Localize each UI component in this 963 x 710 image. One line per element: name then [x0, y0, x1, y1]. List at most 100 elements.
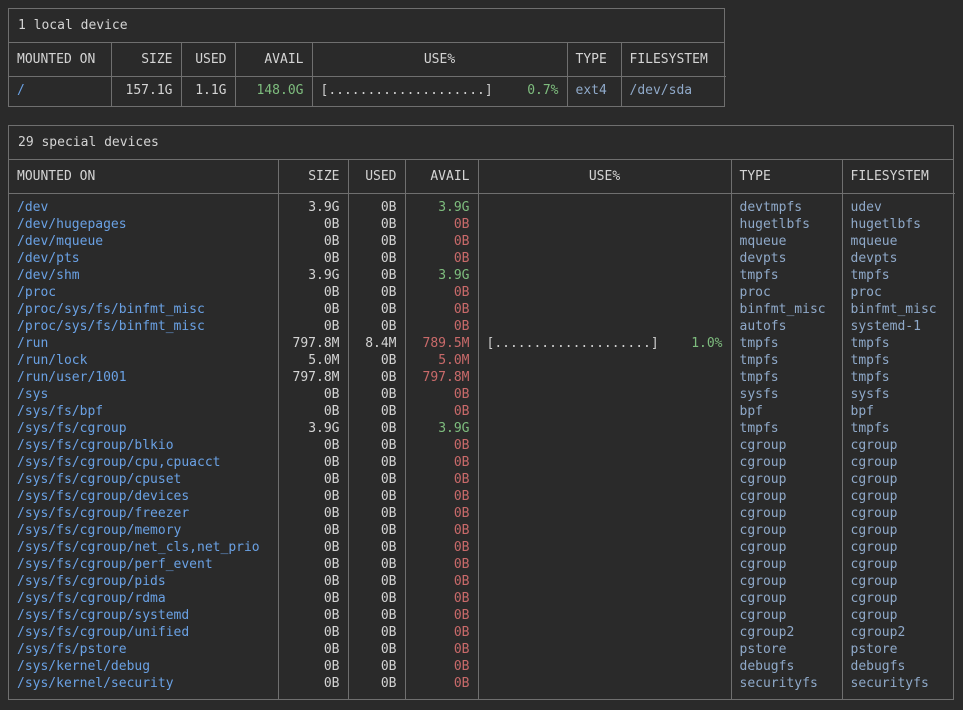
size-cell: 0B	[278, 573, 348, 590]
filesystem-cell: debugfs	[842, 658, 955, 675]
size-cell: 5.0M	[278, 352, 348, 369]
col-header-type: TYPE	[567, 43, 621, 77]
filesystem-cell: sysfs	[842, 386, 955, 403]
terminal-screen: 1 local device MOUNTED ONSIZEUSEDAVAILUS…	[8, 8, 955, 700]
usage-cell: [....................]0.7%	[312, 77, 567, 107]
device-table: MOUNTED ONSIZEUSEDAVAILUSE%TYPEFILESYSTE…	[9, 43, 726, 106]
size-cell: 0B	[278, 284, 348, 301]
avail-cell: 0B	[405, 250, 478, 267]
used-cell: 0B	[348, 233, 405, 250]
size-cell: 0B	[278, 539, 348, 556]
usage-cell	[478, 539, 731, 556]
avail-cell: 0B	[405, 488, 478, 505]
type-cell: tmpfs	[731, 420, 842, 437]
filesystem-cell: bpf	[842, 403, 955, 420]
header-row: MOUNTED ONSIZEUSEDAVAILUSE%TYPEFILESYSTE…	[9, 160, 955, 194]
special-devices-table: 29 special devices MOUNTED ONSIZEUSEDAVA…	[8, 125, 954, 700]
usage-cell	[478, 250, 731, 267]
size-cell: 0B	[278, 403, 348, 420]
used-cell: 0B	[348, 641, 405, 658]
type-cell: tmpfs	[731, 335, 842, 352]
usage-cell	[478, 641, 731, 658]
table-row: /sys/kernel/debug0B0B0Bdebugfsdebugfs	[9, 658, 955, 675]
mount-cell: /sys/fs/cgroup	[9, 420, 278, 437]
avail-cell: 0B	[405, 233, 478, 250]
usage-cell	[478, 420, 731, 437]
table-row: /proc/sys/fs/binfmt_misc0B0B0Bbinfmt_mis…	[9, 301, 955, 318]
mount-cell: /sys/fs/cgroup/cpu,cpuacct	[9, 454, 278, 471]
avail-cell: 0B	[405, 318, 478, 335]
type-cell: devtmpfs	[731, 194, 842, 217]
col-header-mounted-on: MOUNTED ON	[9, 160, 278, 194]
col-header-used: USED	[348, 160, 405, 194]
filesystem-cell: cgroup	[842, 505, 955, 522]
col-header-avail: AVAIL	[405, 160, 478, 194]
avail-cell: 0B	[405, 573, 478, 590]
filesystem-cell: tmpfs	[842, 369, 955, 386]
table-row: /sys/fs/cgroup/cpu,cpuacct0B0B0Bcgroupcg…	[9, 454, 955, 471]
avail-cell: 0B	[405, 675, 478, 699]
size-cell: 0B	[278, 216, 348, 233]
avail-cell: 0B	[405, 607, 478, 624]
usage-cell	[478, 675, 731, 699]
size-cell: 3.9G	[278, 267, 348, 284]
filesystem-cell: cgroup	[842, 471, 955, 488]
col-header-used: USED	[181, 43, 235, 77]
usage-cell	[478, 488, 731, 505]
filesystem-cell: tmpfs	[842, 420, 955, 437]
avail-cell: 0B	[405, 590, 478, 607]
mount-cell: /sys/fs/cgroup/devices	[9, 488, 278, 505]
filesystem-cell: cgroup	[842, 539, 955, 556]
mount-cell: /dev/hugepages	[9, 216, 278, 233]
filesystem-cell: udev	[842, 194, 955, 217]
filesystem-cell: cgroup	[842, 556, 955, 573]
size-cell: 0B	[278, 522, 348, 539]
size-cell: 0B	[278, 658, 348, 675]
filesystem-cell: cgroup	[842, 573, 955, 590]
size-cell: 0B	[278, 318, 348, 335]
type-cell: cgroup	[731, 590, 842, 607]
filesystem-cell: systemd-1	[842, 318, 955, 335]
filesystem-cell: devpts	[842, 250, 955, 267]
usage-cell	[478, 437, 731, 454]
used-cell: 0B	[348, 318, 405, 335]
table-row: /sys/fs/cgroup/unified0B0B0Bcgroup2cgrou…	[9, 624, 955, 641]
mount-cell: /sys/fs/pstore	[9, 641, 278, 658]
usage-cell	[478, 216, 731, 233]
col-header-filesystem: FILESYSTEM	[621, 43, 726, 77]
mount-cell: /sys/fs/cgroup/pids	[9, 573, 278, 590]
special-table-title: 29 special devices	[9, 126, 953, 160]
table-row: /proc/sys/fs/binfmt_misc0B0B0Bautofssyst…	[9, 318, 955, 335]
usage-cell	[478, 624, 731, 641]
type-cell: devpts	[731, 250, 842, 267]
table-row: /sys/fs/cgroup/devices0B0B0Bcgroupcgroup	[9, 488, 955, 505]
type-cell: tmpfs	[731, 352, 842, 369]
usage-cell	[478, 318, 731, 335]
filesystem-cell: pstore	[842, 641, 955, 658]
type-cell: pstore	[731, 641, 842, 658]
filesystem-cell: binfmt_misc	[842, 301, 955, 318]
table-row: /dev/pts0B0B0Bdevptsdevpts	[9, 250, 955, 267]
mount-cell: /dev	[9, 194, 278, 217]
size-cell: 0B	[278, 386, 348, 403]
size-cell: 0B	[278, 624, 348, 641]
col-header-size: SIZE	[278, 160, 348, 194]
mount-cell: /sys/fs/cgroup/systemd	[9, 607, 278, 624]
size-cell: 0B	[278, 590, 348, 607]
used-cell: 0B	[348, 488, 405, 505]
type-cell: cgroup	[731, 471, 842, 488]
table-row: /dev/hugepages0B0B0Bhugetlbfshugetlbfs	[9, 216, 955, 233]
usage-cell	[478, 505, 731, 522]
type-cell: cgroup	[731, 488, 842, 505]
used-cell: 0B	[348, 216, 405, 233]
type-cell: cgroup	[731, 522, 842, 539]
avail-cell: 3.9G	[405, 267, 478, 284]
filesystem-cell: tmpfs	[842, 335, 955, 352]
table-row: /sys/fs/cgroup3.9G0B3.9Gtmpfstmpfs	[9, 420, 955, 437]
used-cell: 8.4M	[348, 335, 405, 352]
mount-cell: /sys/kernel/debug	[9, 658, 278, 675]
avail-cell: 789.5M	[405, 335, 478, 352]
usage-cell	[478, 471, 731, 488]
col-header-use-percent: USE%	[312, 43, 567, 77]
size-cell: 0B	[278, 675, 348, 699]
